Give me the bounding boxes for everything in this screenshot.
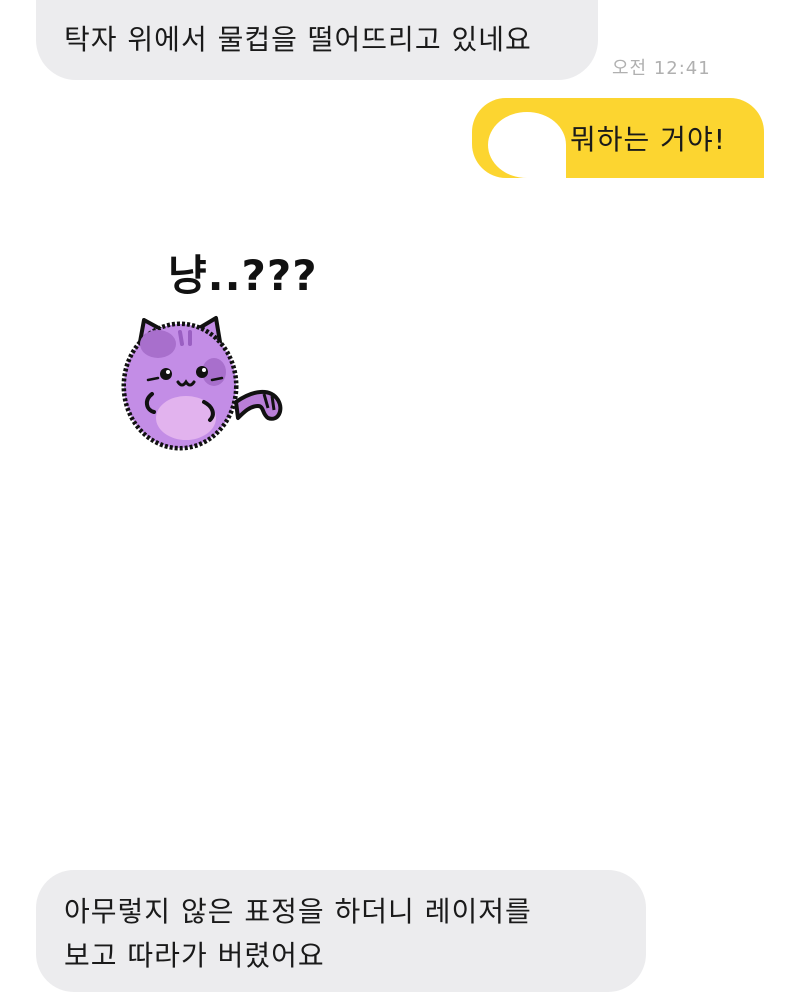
message-line: 아무렇지 않은 표정을 하더니 레이저를 <box>64 895 532 928</box>
message-line: 보고 따라가 버렸어요 <box>64 939 325 972</box>
incoming-message-bubble[interactable]: 아무렇지 않은 표정을 하더니 레이저를 보고 따라가 버렸어요 <box>36 870 646 992</box>
incoming-message-bubble[interactable]: 탁자 위에서 물컵을 떨어뜨리고 있네요 <box>36 0 598 80</box>
message-text: 아무렇지 않은 표정을 하더니 레이저를 보고 따라가 버렸어요 <box>64 890 532 978</box>
message-text: 뭐하는 거야! <box>570 123 726 156</box>
outgoing-message-bubble[interactable]: 뭐하는 거야! <box>472 98 764 178</box>
sticker-caption: 냥..??? <box>168 251 318 300</box>
message-text: 탁자 위에서 물컵을 떨어뜨리고 있네요 <box>64 23 532 56</box>
purple-cat-sticker[interactable] <box>118 310 294 458</box>
avatar-placeholder <box>488 112 566 178</box>
message-timestamp: 오전 12:41 <box>612 58 711 79</box>
cat-icon <box>121 316 283 451</box>
